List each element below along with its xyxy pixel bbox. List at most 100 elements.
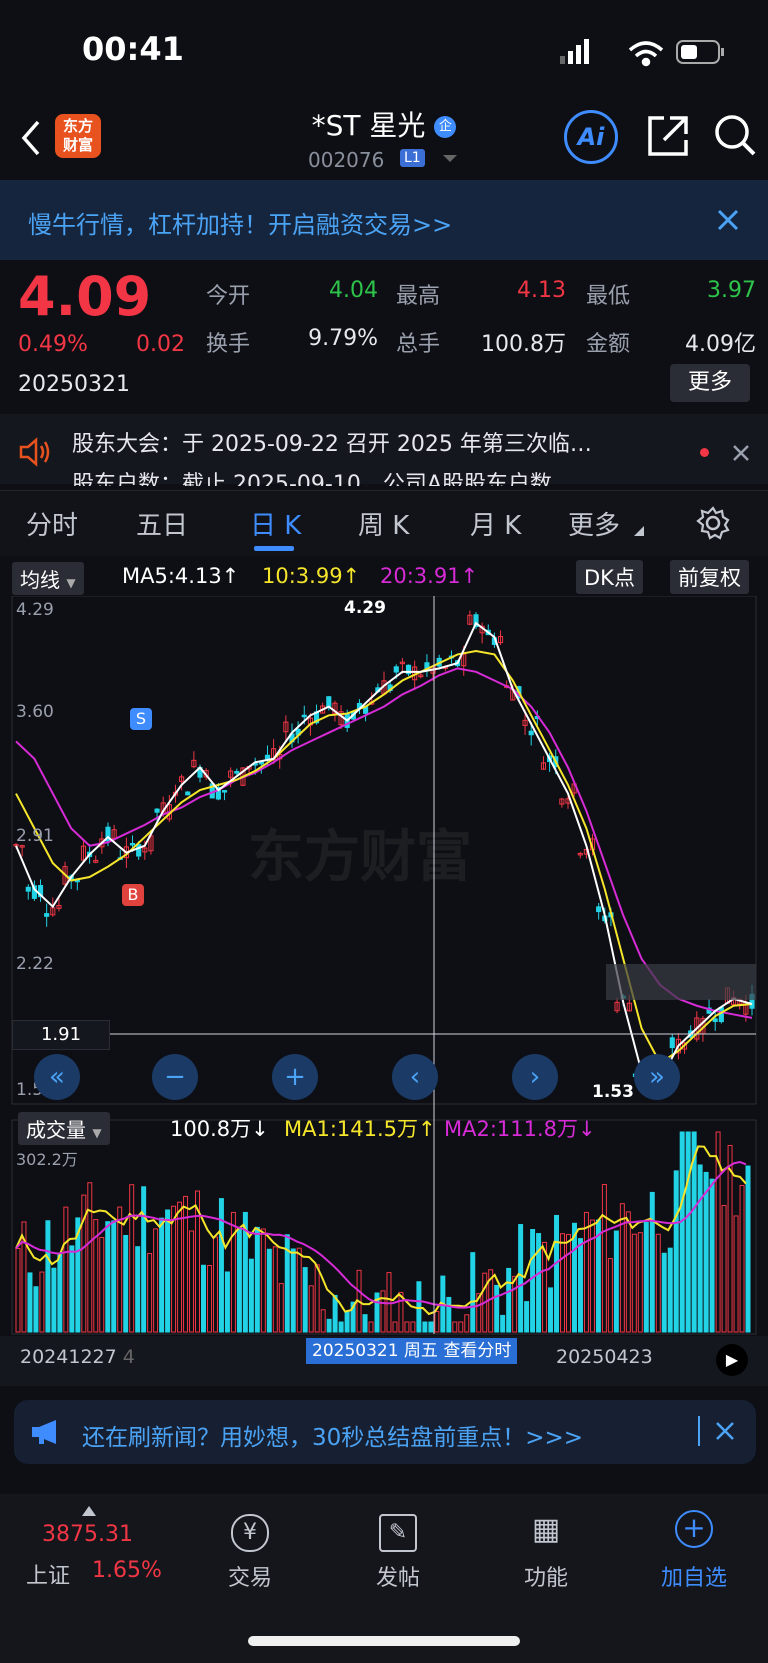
volume-bar bbox=[212, 1236, 218, 1333]
volume-bar bbox=[392, 1321, 398, 1333]
volume-bar bbox=[296, 1247, 302, 1333]
step-right-button[interactable]: › bbox=[512, 1054, 558, 1100]
volume-bar bbox=[332, 1294, 338, 1333]
yuan-icon[interactable]: ¥ bbox=[190, 1512, 310, 1552]
chevron-down-icon[interactable] bbox=[442, 152, 458, 166]
gear-icon[interactable] bbox=[696, 506, 730, 540]
dk-point-toggle[interactable]: DK点 bbox=[576, 560, 643, 594]
y-label-2: 3.60 bbox=[16, 702, 54, 722]
candle bbox=[712, 1018, 718, 1022]
volume-bar bbox=[260, 1228, 266, 1333]
volume-bar bbox=[87, 1182, 93, 1333]
volume-bar bbox=[236, 1228, 242, 1333]
close-icon[interactable] bbox=[716, 208, 740, 232]
enterprise-badge: 企 bbox=[434, 116, 457, 138]
volume-bar bbox=[254, 1226, 260, 1333]
sell-marker[interactable]: S bbox=[130, 708, 152, 730]
volume-bar bbox=[39, 1271, 45, 1333]
volume-bar bbox=[248, 1258, 254, 1333]
tab-weekly-k[interactable]: 周 K bbox=[358, 505, 409, 542]
level1-badge[interactable]: L1 bbox=[400, 149, 425, 167]
scroll-start-button[interactable]: « bbox=[34, 1054, 80, 1100]
more-stats-button[interactable]: 更多 bbox=[670, 364, 750, 402]
announcement-text[interactable]: 股东大会：于 2025-09-22 召开 2025 年第三次临… bbox=[72, 426, 672, 458]
index-value[interactable]: 3875.31 bbox=[42, 1522, 133, 1547]
share-icon[interactable] bbox=[646, 114, 690, 158]
kline-chart[interactable] bbox=[0, 596, 768, 1386]
volume-bar bbox=[177, 1201, 183, 1333]
volume-bar bbox=[667, 1247, 673, 1333]
volume-bar bbox=[141, 1186, 147, 1333]
play-icon[interactable]: ▶ bbox=[716, 1344, 748, 1376]
candle bbox=[136, 844, 142, 857]
zoom-in-button[interactable]: + bbox=[272, 1054, 318, 1100]
close-announcement-icon[interactable] bbox=[732, 444, 750, 462]
x-label-start: 20241227 4 bbox=[20, 1346, 135, 1368]
volume-bar bbox=[613, 1230, 619, 1333]
volume-bar bbox=[344, 1311, 350, 1333]
banner-text[interactable]: 慢牛行情，杠杆加持！开启融资交易>> bbox=[28, 205, 452, 240]
index-name[interactable]: 上证 bbox=[26, 1558, 70, 1590]
volume-bar bbox=[410, 1321, 416, 1333]
tab-more[interactable]: 更多 bbox=[568, 505, 620, 542]
indicator-select[interactable]: 均线 ▼ bbox=[12, 562, 84, 595]
index-change[interactable]: 1.65% bbox=[92, 1558, 162, 1583]
volume-bar bbox=[500, 1314, 506, 1333]
add-icon[interactable]: + bbox=[634, 1510, 754, 1548]
nav-trade[interactable]: 交易 bbox=[190, 1560, 310, 1592]
tab-daily-k[interactable]: 日 K bbox=[250, 505, 301, 542]
scroll-end-button[interactable]: » bbox=[634, 1054, 680, 1100]
stat-volume-value: 100.8万 bbox=[481, 332, 566, 357]
volume-indicator-select[interactable]: 成交量 ▼ bbox=[18, 1112, 110, 1145]
nav-add-watchlist[interactable]: 加自选 bbox=[634, 1560, 754, 1592]
grid-icon[interactable]: ▦ bbox=[486, 1512, 606, 1547]
zoom-out-button[interactable]: − bbox=[152, 1054, 198, 1100]
min-price-marker: 1.53 bbox=[592, 1082, 634, 1102]
ai-summary-text[interactable]: 还在刷新闻？用妙想，30秒总结盘前重点！>>> bbox=[82, 1418, 583, 1452]
close-banner-icon[interactable] bbox=[714, 1420, 736, 1442]
stat-low-label: 最低 bbox=[586, 284, 631, 309]
step-left-button[interactable]: ‹ bbox=[392, 1054, 438, 1100]
candle bbox=[264, 754, 271, 760]
crosshair-date-label[interactable]: 20250321 周五 查看分时 bbox=[306, 1338, 518, 1364]
volume-bar bbox=[548, 1287, 554, 1333]
volume-bar bbox=[470, 1252, 476, 1333]
tab-intraday[interactable]: 分时 bbox=[26, 505, 78, 542]
battery-icon bbox=[676, 40, 724, 64]
tab-monthly-k[interactable]: 月 K bbox=[470, 505, 521, 542]
adjust-select[interactable]: 前复权 bbox=[670, 560, 749, 594]
volume-bar bbox=[452, 1321, 458, 1333]
max-price-marker: 4.29 bbox=[344, 598, 386, 618]
volume-bar bbox=[518, 1224, 524, 1333]
volume-bar bbox=[147, 1253, 153, 1333]
volume-bar bbox=[159, 1217, 165, 1333]
volume-bar bbox=[290, 1248, 296, 1333]
stat-low-value: 3.97 bbox=[707, 278, 756, 303]
volume-bar bbox=[709, 1178, 715, 1333]
volume-bar bbox=[165, 1209, 171, 1333]
volume-bar bbox=[745, 1165, 751, 1333]
volume-bar bbox=[673, 1170, 679, 1333]
volume-bar bbox=[554, 1214, 560, 1333]
nav-functions[interactable]: 功能 bbox=[486, 1560, 606, 1592]
change-amount: 0.02 bbox=[136, 332, 185, 357]
volume-bar bbox=[589, 1219, 595, 1333]
nav-post[interactable]: 发帖 bbox=[338, 1560, 458, 1592]
search-icon[interactable] bbox=[712, 112, 758, 158]
volume-bar bbox=[404, 1321, 410, 1333]
volume-bar bbox=[655, 1233, 661, 1333]
stat-open-value: 4.04 bbox=[329, 278, 378, 303]
crosshair-price-label: 1.91 bbox=[12, 1020, 110, 1050]
buy-marker[interactable]: B bbox=[122, 884, 144, 906]
tab-five-day[interactable]: 五日 bbox=[136, 505, 188, 542]
volume-bar bbox=[69, 1245, 75, 1333]
ai-assistant-button[interactable]: Ai bbox=[564, 110, 618, 164]
volume-bar bbox=[703, 1171, 709, 1333]
volume-bar bbox=[171, 1205, 177, 1333]
volume-max-label: 302.2万 bbox=[16, 1150, 78, 1169]
home-indicator[interactable] bbox=[248, 1636, 520, 1646]
volume-bar bbox=[200, 1264, 206, 1333]
edit-icon[interactable]: ✎ bbox=[338, 1512, 458, 1552]
volume-bar bbox=[649, 1191, 655, 1333]
volume-bar bbox=[105, 1221, 111, 1333]
